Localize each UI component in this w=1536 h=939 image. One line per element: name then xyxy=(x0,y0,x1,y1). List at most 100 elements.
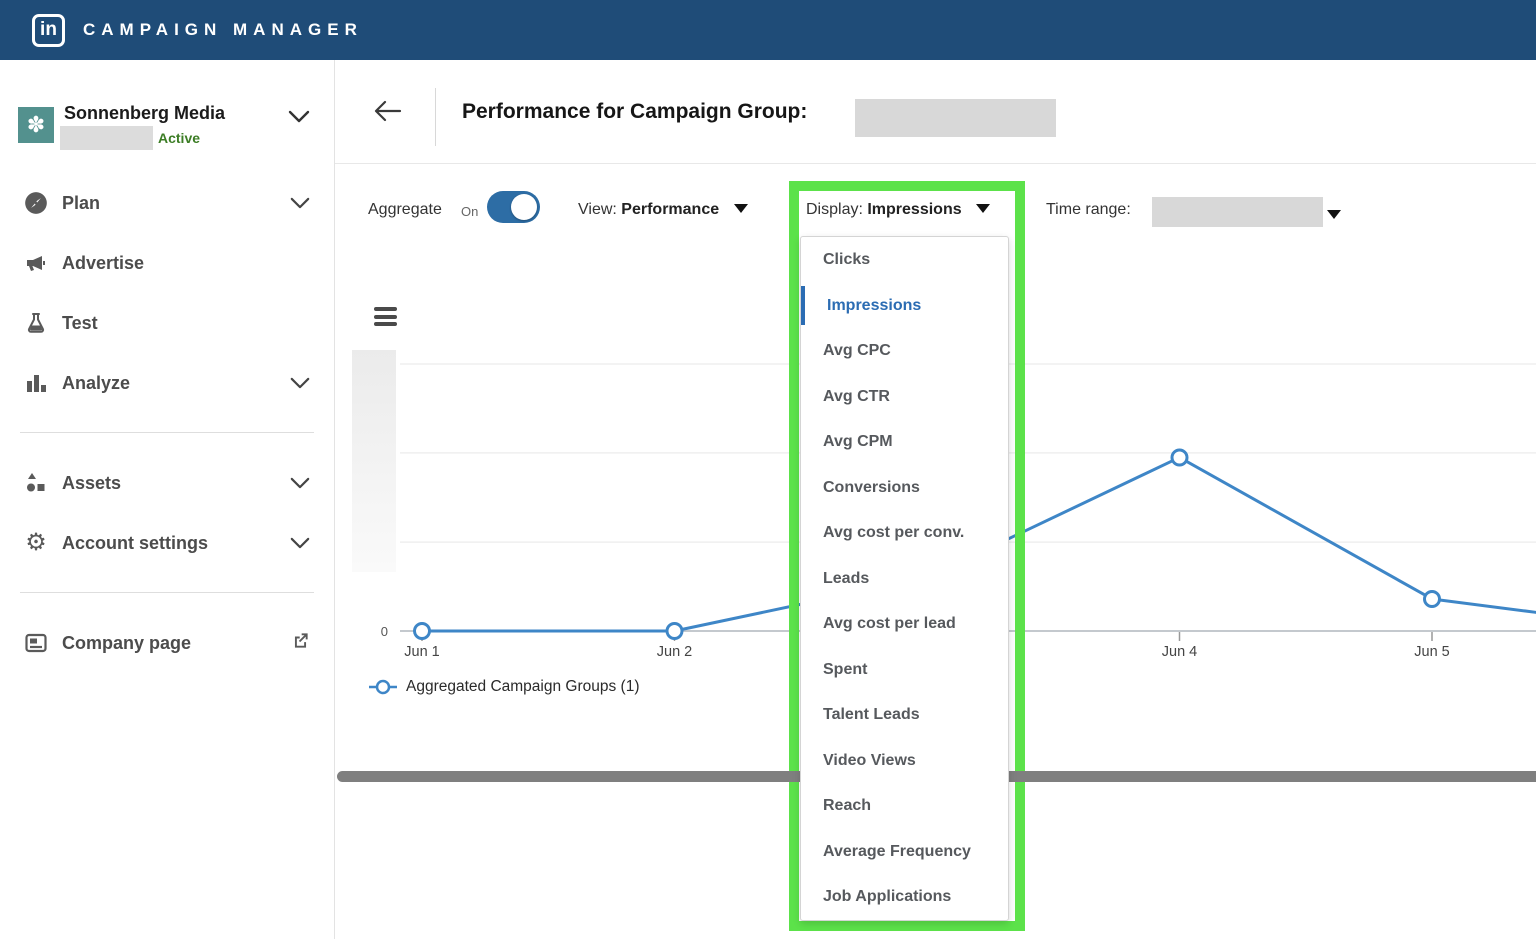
display-option-label: Spent xyxy=(823,660,868,678)
svg-text:Jun 5: Jun 5 xyxy=(1414,644,1449,660)
sidebar-item-account-settings[interactable]: ⚙ Account settings xyxy=(0,513,334,573)
display-option-label: Leads xyxy=(823,569,870,587)
sidebar-nav: Plan Advertise Test Analyze Assets ⚙ Account s… xyxy=(0,173,334,673)
back-button[interactable] xyxy=(371,94,405,128)
aggregate-toggle[interactable] xyxy=(487,191,540,223)
display-option-label: Video Views xyxy=(823,751,916,769)
account-name: Sonnenberg Media xyxy=(64,103,226,123)
header-divider xyxy=(435,88,436,146)
chart-legend-item[interactable]: Aggregated Campaign Groups (1) xyxy=(368,678,640,696)
top-navigation-bar: in CAMPAIGN MANAGER xyxy=(0,0,1536,60)
header-separator xyxy=(335,163,1536,164)
sidebar-item-advertise[interactable]: Advertise xyxy=(0,233,334,293)
sidebar-divider xyxy=(20,432,314,433)
sidebar-item-company-page[interactable]: Company page xyxy=(0,613,334,673)
sidebar-divider xyxy=(20,592,314,593)
svg-text:Jun 4: Jun 4 xyxy=(1162,644,1197,660)
flask-icon xyxy=(22,310,50,336)
account-switcher[interactable]: ✽ Sonnenberg Media Active xyxy=(0,60,334,165)
app-title: CAMPAIGN MANAGER xyxy=(83,20,363,39)
external-link-icon xyxy=(291,631,310,655)
chevron-down-icon xyxy=(290,377,310,390)
display-option-label: Avg CTR xyxy=(823,387,890,405)
display-option-video-views[interactable]: Video Views xyxy=(801,738,1008,784)
display-label: Display: xyxy=(806,201,863,218)
gear-icon: ⚙ xyxy=(25,529,47,556)
display-option-leads[interactable]: Leads xyxy=(801,556,1008,602)
display-option-spent[interactable]: Spent xyxy=(801,647,1008,693)
display-option-label: Reach xyxy=(823,797,872,814)
redacted-time-range-value xyxy=(1152,197,1323,227)
display-option-avg-cost-per-lead[interactable]: Avg cost per lead xyxy=(801,601,1008,647)
display-option-job-applications[interactable]: Job Applications xyxy=(801,874,1008,920)
display-option-talent-leads[interactable]: Talent Leads xyxy=(801,692,1008,738)
linkedin-logo-icon[interactable]: in xyxy=(32,13,65,47)
chevron-down-icon xyxy=(290,537,310,550)
time-range-label: Time range: xyxy=(1046,201,1131,218)
shapes-icon xyxy=(22,471,50,495)
selected-option-indicator xyxy=(801,285,805,325)
sidebar-item-plan[interactable]: Plan xyxy=(0,173,334,233)
display-option-average-frequency[interactable]: Average Frequency xyxy=(801,829,1008,875)
caret-down-icon xyxy=(1327,206,1341,224)
sidebar-item-label: Plan xyxy=(62,192,101,213)
display-option-label: Avg cost per lead xyxy=(823,615,956,632)
legend-marker-icon xyxy=(369,679,397,695)
display-dropdown[interactable]: Display: Impressions xyxy=(806,201,991,219)
display-option-label: Conversions xyxy=(823,478,920,496)
display-option-label: Avg CPM xyxy=(823,433,893,450)
svg-text:0: 0 xyxy=(381,624,388,639)
caret-down-icon xyxy=(976,204,991,214)
display-option-conversions[interactable]: Conversions xyxy=(801,465,1008,511)
sidebar-item-label: Assets xyxy=(62,472,122,493)
caret-down-icon xyxy=(733,204,748,214)
redacted-account-id xyxy=(60,126,153,150)
display-option-label: Average Frequency xyxy=(823,842,971,860)
compass-icon xyxy=(22,190,50,216)
sidebar-item-label: Test xyxy=(62,312,98,333)
campaign-manager-app: in CAMPAIGN MANAGER ✽ Sonnenberg Media A… xyxy=(0,0,1536,939)
sidebar-item-label: Advertise xyxy=(62,252,145,273)
page-title: Performance for Campaign Group: xyxy=(462,100,808,123)
sidebar-item-label: Account settings xyxy=(62,532,209,553)
toggle-knob xyxy=(511,194,537,220)
view-label: View: xyxy=(578,201,617,218)
sidebar-item-test[interactable]: Test xyxy=(0,293,334,353)
sidebar-item-analyze[interactable]: Analyze xyxy=(0,353,334,413)
redacted-campaign-group-name xyxy=(855,99,1056,137)
display-option-avg-cpm[interactable]: Avg CPM xyxy=(801,419,1008,465)
bar-chart-icon xyxy=(22,371,50,395)
time-range-dropdown[interactable]: Time range: xyxy=(1046,201,1131,219)
sidebar-item-assets[interactable]: Assets xyxy=(0,453,334,513)
display-option-label: Talent Leads xyxy=(823,706,920,723)
sidebar: ✽ Sonnenberg Media Active Plan Advertise T… xyxy=(0,60,335,939)
chart-menu-button[interactable] xyxy=(374,307,397,330)
megaphone-icon xyxy=(22,251,50,275)
svg-text:Jun 2: Jun 2 xyxy=(657,644,692,660)
view-dropdown[interactable]: View: Performance xyxy=(578,201,748,219)
display-option-label: Job Applications xyxy=(823,888,952,905)
sidebar-item-label: Company page xyxy=(62,632,192,653)
display-option-label: Avg cost per conv. xyxy=(823,524,965,541)
display-option-avg-ctr[interactable]: Avg CTR xyxy=(801,374,1008,420)
aggregate-label: Aggregate xyxy=(368,201,442,218)
svg-text:Jun 1: Jun 1 xyxy=(404,644,439,660)
aggregate-state-label: On xyxy=(461,204,479,219)
linkedin-logo-text: in xyxy=(40,18,57,40)
display-value: Impressions xyxy=(867,201,962,218)
display-dropdown-menu: Clicks Impressions Avg CPC Avg CTR Avg CPM Co… xyxy=(800,236,1009,921)
chevron-down-icon xyxy=(290,477,310,490)
display-option-label: Clicks xyxy=(823,251,871,268)
legend-label: Aggregated Campaign Groups (1) xyxy=(406,678,640,695)
display-option-label: Impressions xyxy=(827,296,922,314)
display-option-impressions[interactable]: Impressions xyxy=(801,283,1008,329)
display-option-clicks[interactable]: Clicks xyxy=(801,237,1008,283)
display-option-avg-cpc[interactable]: Avg CPC xyxy=(801,328,1008,374)
chevron-down-icon xyxy=(290,197,310,210)
display-option-avg-cost-per-conv-[interactable]: Avg cost per conv. xyxy=(801,510,1008,556)
sidebar-item-label: Analyze xyxy=(62,372,131,393)
view-value: Performance xyxy=(621,201,720,218)
redacted-y-axis-labels xyxy=(352,350,396,572)
display-option-reach[interactable]: Reach xyxy=(801,783,1008,829)
chevron-down-icon xyxy=(288,110,310,124)
